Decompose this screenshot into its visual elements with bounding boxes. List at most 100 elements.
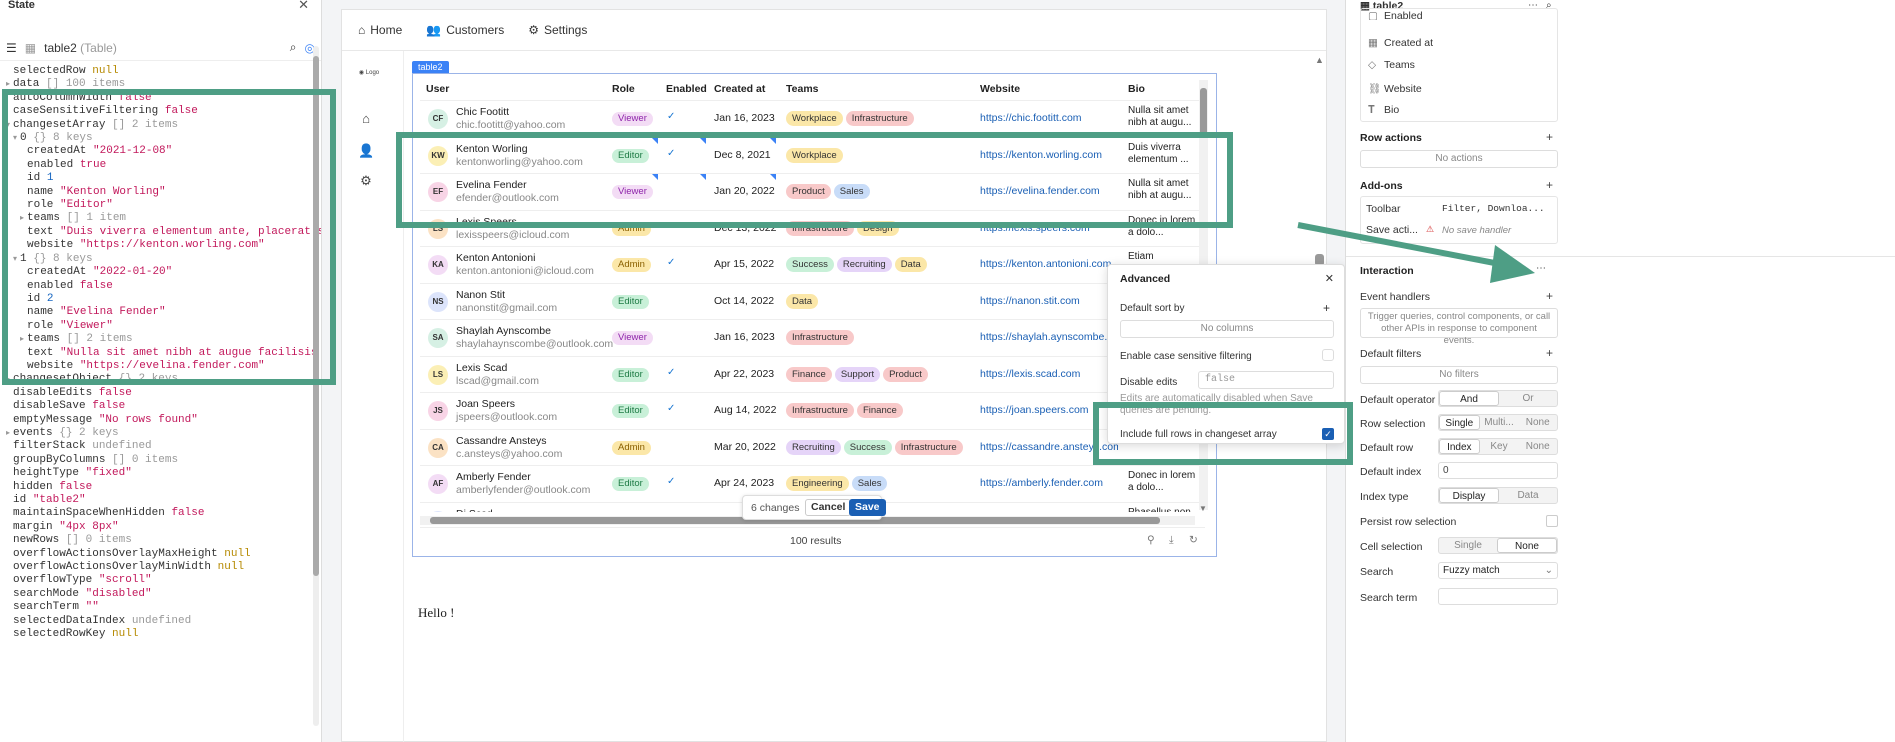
state-entry[interactable]: maintainSpaceWhenHidden false [6,507,321,520]
table-row[interactable]: CF Chic Footitt chic.footitt@yahoo.com View… [420,100,1205,136]
search-icon[interactable]: ⌕ [290,40,297,55]
segment-option[interactable]: Or [1499,391,1557,406]
toolbar-value[interactable]: Filter, Downloa... [1442,203,1545,214]
check-icon[interactable]: ✓ [667,367,675,378]
cancel-button[interactable]: Cancel [805,499,852,516]
add-event-handler-button[interactable]: + [1546,289,1553,303]
website-link[interactable]: https://chic.footitt.com [980,112,1118,124]
segment-option[interactable]: Multi... [1480,415,1519,430]
check-icon[interactable]: ✓ [667,403,675,414]
website-link[interactable]: https://nanon.stit.com [980,295,1118,307]
role-badge[interactable]: Editor [612,294,649,309]
segment-option[interactable]: None [1497,538,1557,553]
column-header[interactable]: Teams [786,83,819,95]
teams-cell[interactable]: Data [786,293,819,309]
state-entry[interactable]: disableSave false [6,400,321,413]
created-at[interactable]: Aug 14, 2022 [714,404,776,416]
segment-option[interactable]: Key [1480,439,1519,454]
role-badge[interactable]: Editor [612,404,649,418]
segment-option[interactable]: Single [1439,538,1497,553]
column-item[interactable]: 𝐓 Bio [1368,104,1399,117]
default-operator-toggle[interactable]: And Or [1438,390,1558,407]
table-row[interactable]: KA Kenton Antonioni kenton.antonioni@iclou… [420,246,1205,282]
column-header[interactable]: Enabled [666,83,707,95]
nav-settings[interactable]: ⚙ Settings [528,23,587,37]
created-at[interactable]: Apr 22, 2023 [714,368,774,380]
save-button[interactable]: Save [849,499,886,516]
search-term-input[interactable] [1438,588,1558,605]
filter-icon[interactable]: ⚲ [1147,534,1155,546]
state-entry[interactable]: hidden false [6,481,321,494]
role-badge[interactable]: Admin [612,258,651,272]
column-header[interactable]: User [426,83,449,95]
state-entry[interactable]: selectedRowKey null [6,628,321,641]
nav-home[interactable]: ⌂ Home [358,23,402,37]
state-entry[interactable]: emptyMessage "No rows found" [6,414,321,427]
column-item[interactable]: ⛓ Website [1368,82,1422,95]
state-entry[interactable]: overflowActionsOverlayMinWidth null [6,561,321,574]
add-sort-button[interactable]: + [1323,301,1330,315]
created-at[interactable]: Jan 16, 2023 [714,112,775,124]
state-entry[interactable]: ▸ events {} 2 keys [6,427,321,440]
state-entry[interactable]: groupByColumns [] 0 items [6,454,321,467]
cell-selection-toggle[interactable]: Single None [1438,537,1558,554]
created-at[interactable]: Mar 20, 2022 [714,441,776,453]
menu-icon[interactable]: ☰ [6,41,17,55]
role-badge[interactable]: Editor [612,477,649,491]
teams-cell[interactable]: Infrastructure Finance [786,403,903,418]
check-icon[interactable]: ✓ [667,111,675,122]
state-entry[interactable]: overflowType "scroll" [6,574,321,587]
bio-cell[interactable]: Donec in lorem a dolo... [1128,470,1198,496]
column-header[interactable]: Website [980,83,1020,95]
table-row[interactable]: JS Joan Speers jspeers@outlook.com Editor ✓ A… [420,392,1205,428]
table-row[interactable]: SA Shaylah Aynscombe shaylahaynscombe@outl… [420,319,1205,355]
created-at[interactable]: Apr 24, 2023 [714,477,774,489]
created-at[interactable]: Apr 15, 2022 [714,258,774,270]
scroll-down-icon[interactable]: ▼ [1199,504,1207,513]
created-at[interactable]: Oct 14, 2022 [714,295,774,307]
role-badge[interactable]: Editor [612,367,649,382]
download-icon[interactable]: ⤓ [1169,534,1174,547]
teams-cell[interactable]: Engineering Sales [786,476,888,491]
disable-edits-input[interactable]: false [1198,371,1334,389]
state-entry[interactable]: selectedDataIndex undefined [6,615,321,628]
state-entry[interactable]: newRows [] 0 items [6,534,321,547]
index-type-toggle[interactable]: Display Data [1438,487,1558,504]
table-row[interactable]: CA Cassandre Ansteys c.ansteys@yahoo.com Ad… [420,428,1205,465]
segment-option[interactable]: And [1439,391,1499,406]
column-item[interactable]: ▦ Created at [1368,37,1433,49]
check-icon[interactable]: ✓ [667,257,675,268]
bio-cell[interactable]: Nulla sit amet nibh at augu... [1128,105,1198,131]
website-link[interactable]: https://amberly.fender.com [980,477,1118,489]
role-badge[interactable]: Viewer [612,112,653,126]
home-icon[interactable]: ⌂ [358,111,374,127]
segment-option[interactable]: None [1518,415,1557,430]
state-entry[interactable]: filterStack undefined [6,440,321,453]
state-entry[interactable]: searchTerm "" [6,601,321,614]
column-header[interactable]: Created at [714,83,765,95]
state-entry[interactable]: heightType "fixed" [6,467,321,480]
add-addon-button[interactable]: + [1546,178,1553,192]
nav-customers[interactable]: 👥 Customers [426,23,504,37]
role-badge[interactable]: Admin [612,440,651,455]
component-tag[interactable]: table2 [412,61,449,73]
add-row-action-button[interactable]: + [1546,130,1553,144]
state-entry[interactable]: searchMode "disabled" [6,588,321,601]
created-at[interactable]: Jan 16, 2023 [714,331,775,343]
close-icon[interactable]: ✕ [298,0,309,11]
default-row-toggle[interactable]: Index Key None [1438,438,1558,455]
column-item[interactable]: ◇ Teams [1368,59,1415,71]
column-header[interactable]: Role [612,83,635,95]
default-index-input[interactable]: 0 [1438,462,1558,479]
teams-cell[interactable]: Recruiting Success Infrastructure [786,439,963,455]
state-entry[interactable]: margin "4px 8px" [6,521,321,534]
state-entry[interactable]: overflowActionsOverlayMaxHeight null [6,548,321,561]
role-badge[interactable]: Viewer [612,331,653,345]
teams-cell[interactable]: Success Recruiting Data [786,257,927,272]
teams-cell[interactable]: Workplace Infrastructure [786,111,914,126]
table-row[interactable]: NS Nanon Stit nanonstit@gmail.com Editor Oct… [420,282,1205,319]
segment-option[interactable]: Data [1499,488,1557,503]
website-link[interactable]: https://shaylah.aynscombe.co [980,331,1118,343]
case-sensitive-checkbox[interactable] [1322,349,1334,361]
segment-option[interactable]: Index [1439,439,1480,454]
